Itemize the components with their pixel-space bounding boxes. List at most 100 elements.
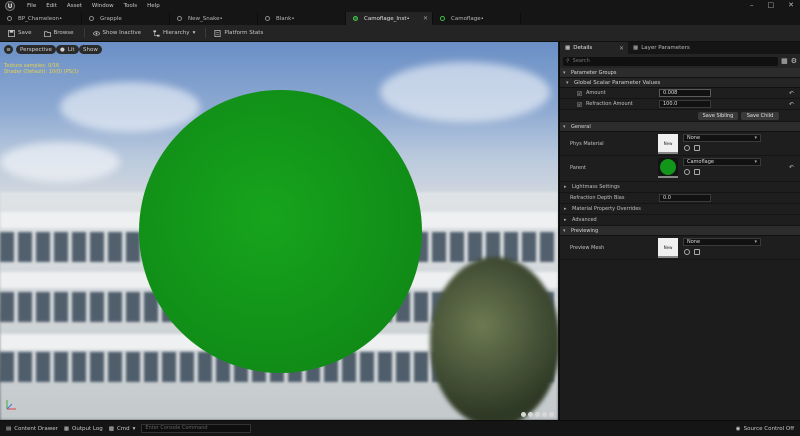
plane-preview-icon[interactable] — [535, 412, 540, 417]
asset-actions — [684, 169, 700, 175]
blueprint-icon — [7, 16, 12, 21]
platform-icon — [214, 29, 221, 37]
console-command-input[interactable]: Enter Console Command — [141, 424, 252, 433]
menu-file[interactable]: File — [27, 3, 36, 9]
content-drawer-label: Content Drawer — [14, 425, 58, 432]
chevron-down-icon: ▾ — [754, 135, 757, 141]
preview-mesh-dropdown[interactable]: None ▾ — [683, 238, 761, 246]
refraction-value-field[interactable]: 100.0 — [659, 100, 711, 108]
tab-layer-parameters[interactable]: ▦ Layer Parameters — [628, 42, 695, 54]
menu-help[interactable]: Help — [147, 3, 160, 9]
cylinder-preview-icon[interactable] — [521, 412, 526, 417]
refraction-depth-field[interactable]: 0.0 — [659, 194, 711, 202]
tab-bp-chameleon[interactable]: BP_Chameleon• — [0, 12, 82, 25]
parent-thumbnail[interactable] — [658, 158, 678, 178]
section-label: Advanced — [572, 217, 597, 223]
menu-tools[interactable]: Tools — [124, 3, 138, 9]
viewport-options-button[interactable]: ≡ — [4, 45, 13, 54]
reset-icon[interactable]: ↶ — [789, 164, 794, 171]
tab-details[interactable]: ▦ Details ✕ — [560, 42, 628, 54]
material-icon — [440, 16, 445, 21]
browse-button[interactable]: Browse — [43, 30, 78, 37]
menu-edit[interactable]: Edit — [46, 3, 57, 9]
use-selected-icon[interactable] — [684, 249, 690, 255]
lit-button[interactable]: ● Lit — [56, 45, 79, 54]
content-drawer-button[interactable]: ▤ Content Drawer — [6, 426, 58, 432]
section-general[interactable]: ▾ General — [560, 122, 800, 132]
preview-sphere — [139, 90, 422, 373]
refraction-override-checkbox[interactable]: ✓ — [577, 101, 582, 107]
param-row-parent: Parent Camoflage ▾ ↶ — [560, 156, 800, 182]
tab-camoflage-inst[interactable]: Camoflage_Inst• ✕ — [346, 12, 433, 25]
use-selected-icon[interactable] — [684, 169, 690, 175]
maximize-icon[interactable]: □ — [768, 1, 775, 9]
perspective-button[interactable]: Perspective — [16, 45, 56, 54]
sphere-preview-icon[interactable] — [528, 412, 533, 417]
browse-asset-icon[interactable] — [694, 145, 700, 151]
green-sphere-thumbnail — [660, 159, 676, 175]
chevron-right-icon: ▸ — [564, 217, 567, 223]
background-cloud — [380, 62, 550, 122]
details-tab-label: Details — [573, 45, 593, 51]
param-row-preview-mesh: Preview Mesh New None ▾ — [560, 236, 800, 260]
lit-icon: ● — [60, 46, 65, 53]
section-label: General — [571, 123, 591, 130]
save-child-button[interactable]: Save Child — [741, 112, 779, 120]
section-global-scalar[interactable]: ▾ Global Scalar Parameter Values — [560, 78, 800, 88]
amount-value-field[interactable]: 0.008 — [659, 89, 711, 97]
tab-grapple[interactable]: Grapple — [82, 12, 170, 25]
save-button[interactable]: Save — [8, 29, 36, 37]
tab-new-snake[interactable]: New_Snake• — [170, 12, 258, 25]
section-previewing[interactable]: ▾ Previewing — [560, 226, 800, 236]
platform-stats-button[interactable]: Platform Stats — [214, 29, 267, 37]
background-cloud — [60, 82, 200, 132]
preview-mesh-thumbnail[interactable]: New — [658, 238, 678, 258]
chevron-right-icon: ▸ — [564, 184, 567, 190]
section-parameter-groups[interactable]: ▾ Parameter Groups — [560, 68, 800, 78]
close-tab-icon[interactable]: ✕ — [423, 15, 428, 22]
menu-asset[interactable]: Asset — [67, 3, 82, 9]
parent-dropdown[interactable]: Camoflage ▾ — [683, 158, 761, 166]
cmd-dropdown[interactable]: ▩ Cmd ▾ — [109, 426, 136, 432]
section-lightmass-settings[interactable]: ▸ Lightmass Settings — [560, 182, 800, 193]
browse-asset-icon[interactable] — [694, 249, 700, 255]
browse-asset-icon[interactable] — [694, 169, 700, 175]
section-label: Material Property Overrides — [572, 206, 641, 212]
section-material-property-overrides[interactable]: ▸ Material Property Overrides — [560, 204, 800, 215]
close-window-icon[interactable]: ✕ — [788, 1, 794, 9]
reset-icon[interactable]: ↶ — [789, 90, 794, 97]
minimize-icon[interactable]: – — [750, 1, 754, 9]
browse-label: Browse — [53, 30, 74, 36]
close-tab-icon[interactable]: ✕ — [619, 45, 624, 52]
details-icon: ▦ — [565, 45, 571, 51]
phys-material-thumbnail[interactable]: New — [658, 134, 678, 154]
cube-preview-icon[interactable] — [542, 412, 547, 417]
param-row-refraction-amount: ✓ Refraction Amount 100.0 ↶ — [560, 99, 800, 110]
show-inactive-button[interactable]: Show Inactive — [92, 30, 145, 37]
show-button[interactable]: Show — [79, 45, 102, 54]
mesh-preview-icon[interactable] — [549, 412, 554, 417]
save-sibling-button[interactable]: Save Sibling — [698, 112, 738, 120]
source-control-button[interactable]: ◉ Source Control Off — [736, 426, 794, 432]
grid-view-icon[interactable]: ▦ — [781, 57, 788, 65]
section-label: Global Scalar Parameter Values — [574, 79, 661, 86]
eye-icon — [92, 30, 100, 36]
output-log-button[interactable]: ▦ Output Log — [64, 426, 103, 432]
menu-window[interactable]: Window — [92, 3, 114, 9]
save-label: Save — [18, 30, 32, 36]
phys-material-dropdown[interactable]: None ▾ — [683, 134, 761, 142]
unreal-logo-icon[interactable]: U — [5, 1, 15, 11]
reset-icon[interactable]: ↶ — [789, 101, 794, 108]
section-advanced[interactable]: ▸ Advanced — [560, 215, 800, 226]
use-selected-icon[interactable] — [684, 145, 690, 151]
background-cloud — [0, 142, 120, 182]
search-input[interactable]: ⚲ Search — [563, 56, 779, 66]
tab-camoflage[interactable]: Camoflage• — [433, 12, 521, 25]
amount-override-checkbox[interactable]: ✓ — [577, 90, 582, 96]
layer-tab-label: Layer Parameters — [641, 45, 690, 51]
tab-blank[interactable]: Blank• — [258, 12, 346, 25]
gear-icon[interactable]: ⚙ — [791, 57, 797, 65]
material-preview-viewport[interactable]: ≡ Perspective ● Lit Show Texture samples… — [0, 42, 558, 420]
hierarchy-button[interactable]: Hierarchy ▾ — [153, 29, 199, 37]
background-tree — [430, 257, 558, 420]
